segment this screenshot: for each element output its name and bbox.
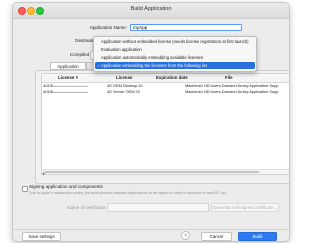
masked-license-number: ▬▬▬▬▬▬▬▬▬ <box>53 89 89 94</box>
save-settings-button[interactable]: Save settings <box>22 232 61 241</box>
signing-title: Signing application and components <box>29 184 103 189</box>
signing-description: Due to Apple's notarization policy, the … <box>29 191 229 195</box>
horizontal-scrollbar[interactable] <box>42 169 289 174</box>
column-expiration[interactable]: Expiration date <box>156 74 188 82</box>
tab-application[interactable]: Application <box>50 62 86 70</box>
destination-label: Destinati <box>75 38 93 43</box>
scrollbar-thumb[interactable] <box>44 171 259 173</box>
table-header: License # License Expiration date File <box>42 74 289 83</box>
table-row[interactable]: 4UD8 ▬▬▬▬▬▬▬▬▬ 4D Server OEM 20 Macintos… <box>42 89 289 95</box>
app-name-label: Application Name: <box>89 25 127 30</box>
license-cell: 4D Server OEM 20 <box>107 89 140 94</box>
licenses-table[interactable]: License # License Expiration date File 4… <box>41 73 289 175</box>
file-cell: Macintosh HD:Users:Damien:Library:Applic… <box>185 89 279 94</box>
column-license-number[interactable]: License # <box>58 74 78 82</box>
window-title: Build Application <box>130 6 172 12</box>
menu-item-no-license[interactable]: Application without embedded license (ne… <box>95 38 255 45</box>
column-license[interactable]: License <box>116 74 132 82</box>
menu-item-auto-licenses[interactable]: Application automatically embedding avai… <box>95 54 255 61</box>
app-name-input[interactable] <box>130 24 242 31</box>
signing-checkbox[interactable] <box>22 186 28 192</box>
build-application-window: Build Application Application Name: Dest… <box>12 2 290 242</box>
compiled-label: Compiled d <box>69 52 93 57</box>
certificate-label: Name of certificate: <box>67 205 107 210</box>
app-type-menu[interactable]: Application without embedded license (ne… <box>93 36 257 72</box>
title-bar: Build Application <box>13 3 289 19</box>
license-number-cell: 4UD8 <box>43 89 53 94</box>
certificate-input[interactable] <box>107 203 209 212</box>
generate-certificate-button[interactable]: Generate self-signed certificate... <box>211 203 279 212</box>
add-license-icon[interactable]: + <box>42 172 46 178</box>
checkmark-icon: ✓ <box>97 63 101 68</box>
menu-item-license-list[interactable]: ✓ Application embedding the licenses fro… <box>95 62 255 69</box>
build-button[interactable]: Build <box>238 232 277 241</box>
menu-item-evaluation[interactable]: Evaluation application <box>95 46 255 53</box>
column-file[interactable]: File <box>225 74 233 82</box>
help-icon[interactable]: ? <box>181 231 190 240</box>
cancel-button[interactable]: Cancel <box>201 232 232 241</box>
licenses-panel: License # License Expiration date File 4… <box>35 70 289 184</box>
footer-divider <box>13 229 289 230</box>
